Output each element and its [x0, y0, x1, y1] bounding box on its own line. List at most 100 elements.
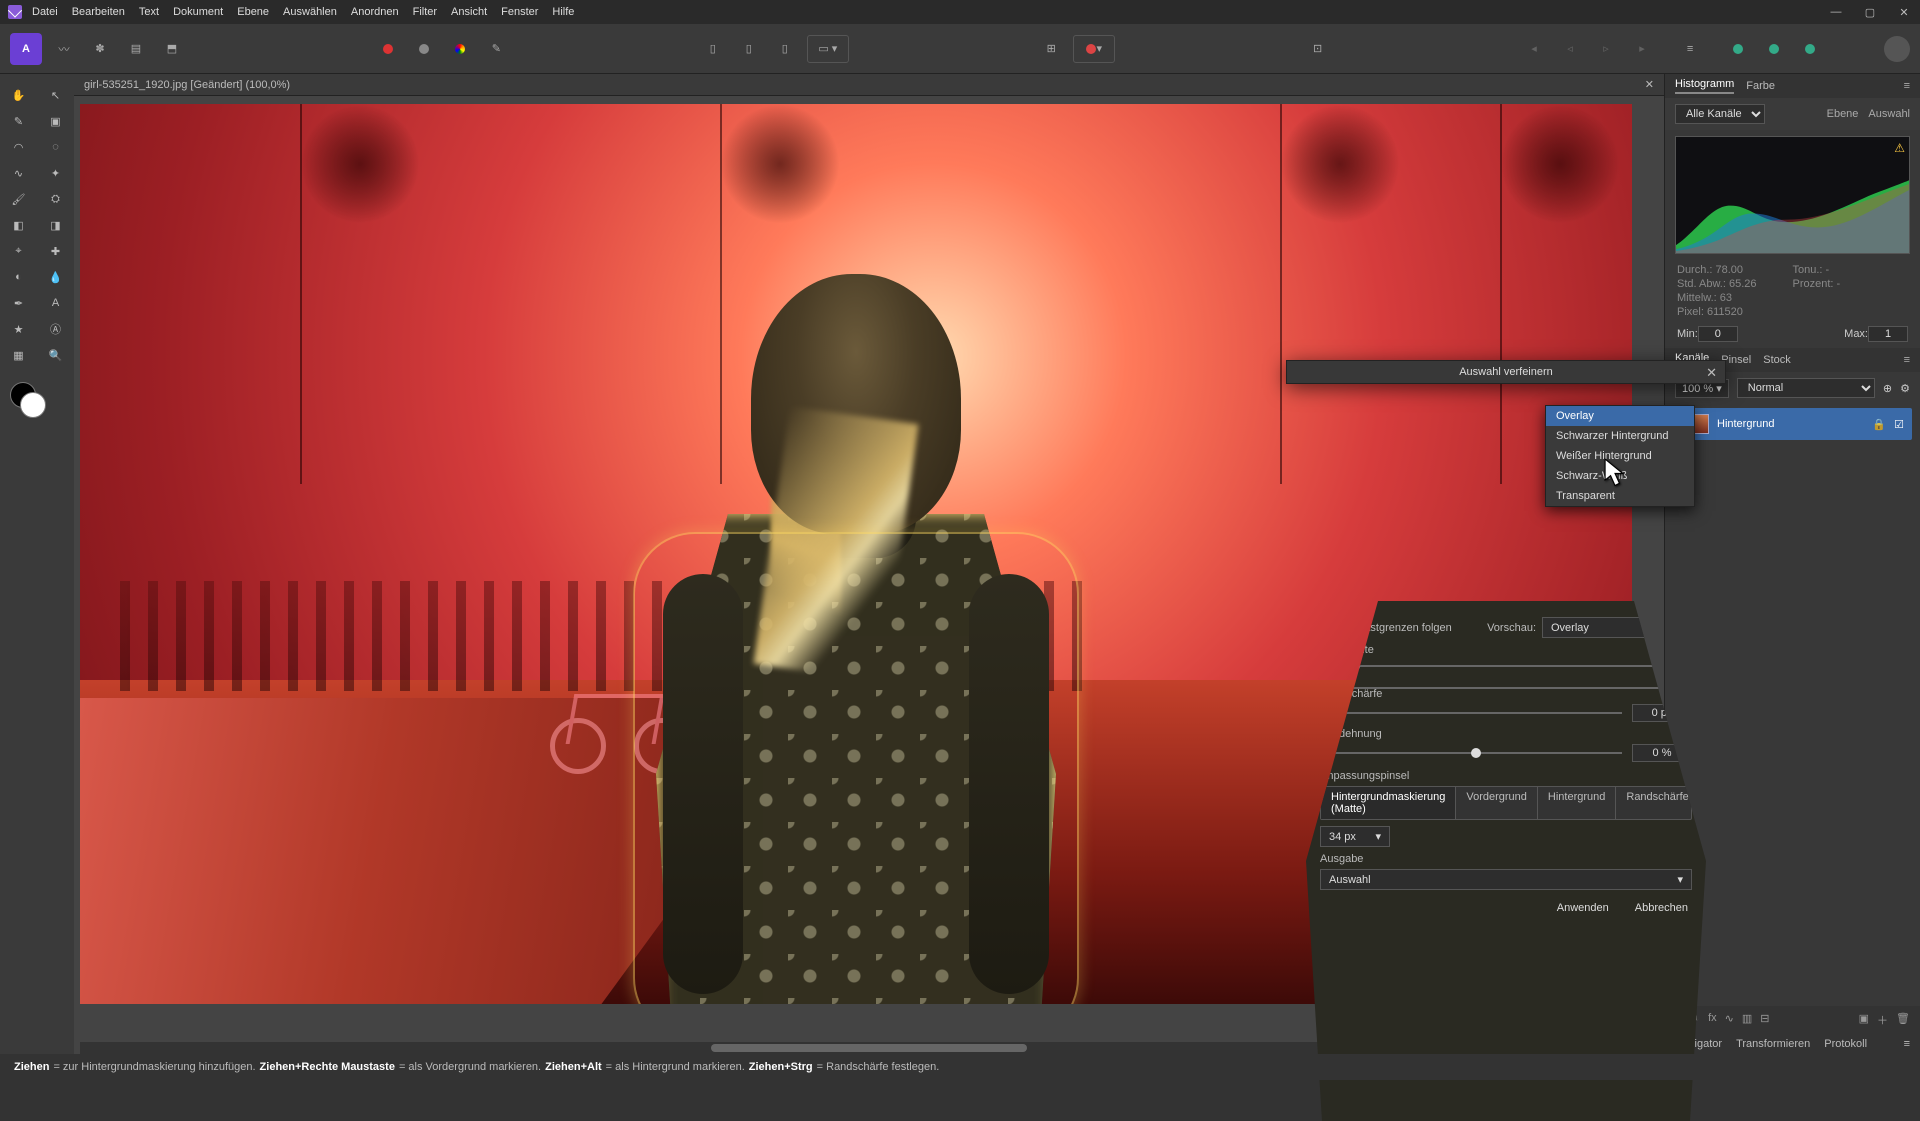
- persona-photo-icon[interactable]: A: [10, 33, 42, 65]
- menu-fenster[interactable]: Fenster: [501, 6, 538, 18]
- brush-mode-background[interactable]: Hintergrund: [1538, 787, 1616, 819]
- menu-anordnen[interactable]: Anordnen: [351, 6, 399, 18]
- clone-tool-icon[interactable]: ⌖: [0, 238, 37, 264]
- layer-fx-icon[interactable]: ⊕: [1883, 382, 1892, 395]
- apply-button[interactable]: Anwenden: [1553, 900, 1613, 916]
- snap-icon[interactable]: ⊞: [1037, 35, 1065, 63]
- hist-scope-auswahl[interactable]: Auswahl: [1868, 108, 1910, 120]
- smudge-tool-icon[interactable]: 💧: [37, 264, 74, 290]
- swatch-rainbow-icon[interactable]: [446, 35, 474, 63]
- persona-tone-icon[interactable]: ▤: [122, 35, 150, 63]
- flood-select-icon[interactable]: ✦: [37, 160, 74, 186]
- menu-filter[interactable]: Filter: [413, 6, 437, 18]
- crop-layer-icon[interactable]: ⊟: [1760, 1012, 1769, 1028]
- blend-mode-select[interactable]: Normal: [1737, 378, 1875, 398]
- quicklook-icon[interactable]: ⊡: [1304, 35, 1332, 63]
- preview-mode-popup[interactable]: Overlay Schwarzer Hintergrund Weißer Hin…: [1545, 405, 1695, 507]
- menu-dokument[interactable]: Dokument: [173, 6, 223, 18]
- panel-menu-icon[interactable]: ≡: [1904, 1038, 1910, 1050]
- persona-liquify-icon[interactable]: 〰: [50, 35, 78, 63]
- hist-min-input[interactable]: [1698, 326, 1738, 342]
- menu-bearbeiten[interactable]: Bearbeiten: [72, 6, 125, 18]
- fill-tool-icon[interactable]: ⛭: [37, 186, 74, 212]
- feather-slider[interactable]: [1320, 707, 1622, 719]
- dialog-titlebar[interactable]: Auswahl verfeinern ✕: [1287, 361, 1725, 383]
- layer-settings-icon[interactable]: ⚙: [1900, 382, 1910, 395]
- brush-mode-foreground[interactable]: Vordergrund: [1456, 787, 1538, 819]
- swatch-picker-icon[interactable]: ✎: [482, 35, 510, 63]
- brush-mode-segmented[interactable]: Hintergrundmaskierung (Matte) Vordergrun…: [1320, 786, 1692, 820]
- brush-mode-matte[interactable]: Hintergrundmaskierung (Matte): [1321, 787, 1456, 819]
- heal-tool-icon[interactable]: ✚: [37, 238, 74, 264]
- node-tool-icon[interactable]: ✎: [0, 108, 37, 134]
- hist-scope-ebene[interactable]: Ebene: [1827, 108, 1859, 120]
- mesh-tool-icon[interactable]: ▦: [0, 342, 37, 368]
- group-icon[interactable]: ▣: [1859, 1012, 1869, 1028]
- layer-row-background[interactable]: Hintergrund 🔒 ☑: [1673, 408, 1912, 440]
- fx-icon[interactable]: fx: [1708, 1012, 1717, 1028]
- lock-icon[interactable]: 🔒: [1872, 418, 1886, 431]
- menu-datei[interactable]: Datei: [32, 6, 58, 18]
- sync-b-icon[interactable]: [1760, 35, 1788, 63]
- dodge-tool-icon[interactable]: ◐: [0, 264, 37, 290]
- text-tool-icon[interactable]: A: [37, 290, 74, 316]
- maximize-icon[interactable]: ▢: [1862, 6, 1878, 19]
- delete-layer-icon[interactable]: 🗑: [1896, 1012, 1910, 1028]
- tab-transform[interactable]: Transformieren: [1736, 1038, 1810, 1050]
- tab-histogram[interactable]: Histogramm: [1675, 78, 1734, 94]
- live-filter-icon[interactable]: ∿: [1725, 1012, 1734, 1028]
- channel-icon[interactable]: ▥: [1742, 1012, 1752, 1028]
- snap-options-dropdown[interactable]: ▾: [1073, 35, 1115, 63]
- channel-select[interactable]: Alle Kanäle: [1675, 104, 1765, 124]
- align-right-icon[interactable]: ▯: [771, 35, 799, 63]
- expand-slider[interactable]: [1320, 747, 1622, 759]
- hand-tool-icon[interactable]: ✋: [0, 82, 37, 108]
- persona-export-icon[interactable]: ⬒: [158, 35, 186, 63]
- eraser-tool-icon[interactable]: ◨: [37, 212, 74, 238]
- preview-option-overlay[interactable]: Overlay: [1546, 406, 1694, 426]
- menu-hilfe[interactable]: Hilfe: [552, 6, 574, 18]
- preview-option-bw[interactable]: Schwarz-Weiß: [1546, 466, 1694, 486]
- assistant-icon[interactable]: ≡: [1676, 35, 1704, 63]
- color-swatches[interactable]: [10, 382, 46, 418]
- sync-a-icon[interactable]: [1724, 35, 1752, 63]
- move-tool-icon[interactable]: ↖: [37, 82, 74, 108]
- zoom-tool-icon[interactable]: 🔍: [37, 342, 74, 368]
- swatch-grey-icon[interactable]: [410, 35, 438, 63]
- tab-stock[interactable]: Stock: [1763, 354, 1791, 366]
- align-left-icon[interactable]: ▯: [699, 35, 727, 63]
- panel-menu-icon[interactable]: ≡: [1904, 80, 1910, 92]
- menu-text[interactable]: Text: [139, 6, 159, 18]
- lasso-tool-icon[interactable]: ∿: [0, 160, 37, 186]
- document-tab[interactable]: girl-535251_1920.jpg [Geändert] (100,0%)…: [74, 74, 1664, 96]
- tab-history[interactable]: Protokoll: [1824, 1038, 1867, 1050]
- marquee-tool-icon[interactable]: ◌: [37, 134, 74, 160]
- crop-tool-icon[interactable]: ▣: [37, 108, 74, 134]
- panel-menu-icon[interactable]: ≡: [1904, 354, 1910, 366]
- account-avatar-icon[interactable]: [1884, 36, 1910, 62]
- close-icon[interactable]: ✕: [1896, 6, 1912, 19]
- visibility-checkbox[interactable]: ☑: [1894, 418, 1904, 431]
- gradient-tool-icon[interactable]: ◧: [0, 212, 37, 238]
- add-layer-icon[interactable]: ＋: [1877, 1012, 1888, 1028]
- paint-brush-icon[interactable]: 🖌: [0, 186, 37, 212]
- dialog-close-icon[interactable]: ✕: [1706, 365, 1717, 381]
- preview-option-transparent[interactable]: Transparent: [1546, 486, 1694, 506]
- brush-size-dropdown[interactable]: 34 px▾: [1320, 826, 1390, 847]
- preview-option-white[interactable]: Weißer Hintergrund: [1546, 446, 1694, 466]
- persona-develop-icon[interactable]: ✽: [86, 35, 114, 63]
- sync-c-icon[interactable]: [1796, 35, 1824, 63]
- menu-ebene[interactable]: Ebene: [237, 6, 269, 18]
- selection-brush-icon[interactable]: ◠: [0, 134, 37, 160]
- pen-tool-icon[interactable]: ✒: [0, 290, 37, 316]
- hist-max-input[interactable]: [1868, 326, 1908, 342]
- menu-ansicht[interactable]: Ansicht: [451, 6, 487, 18]
- tab-close-icon[interactable]: ✕: [1645, 78, 1654, 91]
- tab-color[interactable]: Farbe: [1746, 80, 1775, 92]
- artistic-text-icon[interactable]: Ⓐ: [37, 316, 74, 342]
- brush-mode-feather[interactable]: Randschärfe: [1616, 787, 1698, 819]
- shape-tool-icon[interactable]: ★: [0, 316, 37, 342]
- align-center-icon[interactable]: ▯: [735, 35, 763, 63]
- menu-auswaehlen[interactable]: Auswählen: [283, 6, 337, 18]
- cancel-button[interactable]: Abbrechen: [1631, 900, 1692, 916]
